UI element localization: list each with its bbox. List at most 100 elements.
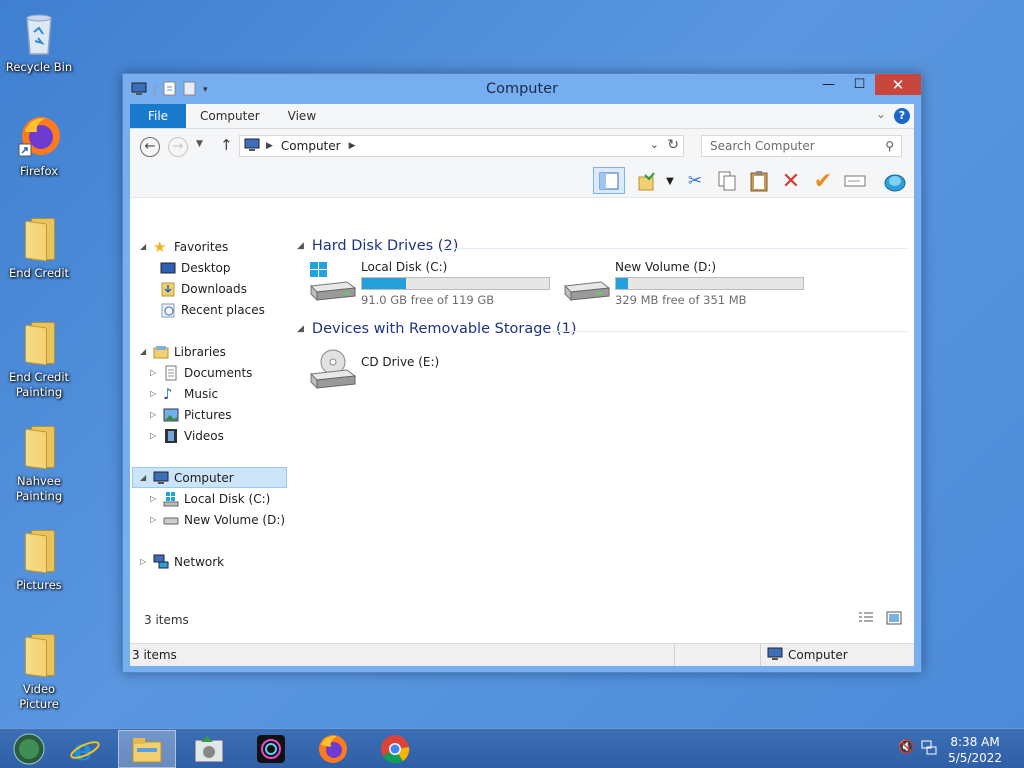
drive-usage-fill <box>616 278 628 289</box>
tree-label: Libraries <box>174 344 226 359</box>
desktop-icon-nahvee-painting[interactable]: Nahvee Painting <box>2 422 76 504</box>
network-tray-icon[interactable] <box>921 740 937 760</box>
desktop-icon-pictures[interactable]: Pictures <box>2 526 76 593</box>
delete-icon[interactable]: ✕ <box>778 169 804 194</box>
cut-icon[interactable]: ✂ <box>682 169 708 193</box>
group-header-hard-disks[interactable]: ◢ Hard Disk Drives (2) <box>297 238 458 254</box>
collapsed-arrow-icon[interactable]: ▷ <box>150 368 160 377</box>
breadcrumb-computer[interactable]: Computer <box>281 139 341 153</box>
close-button[interactable]: ✕ <box>875 74 921 95</box>
address-dropdown-icon[interactable]: ⌄ <box>650 138 659 151</box>
tree-item-new-volume-d[interactable]: ▷ New Volume (D:) <box>150 509 285 530</box>
desktop-icon-firefox[interactable]: Firefox <box>2 112 76 179</box>
collapsed-arrow-icon[interactable]: ▷ <box>150 494 160 503</box>
tab-view[interactable]: View <box>274 104 330 128</box>
drive-usage-bar <box>615 277 804 290</box>
command-toolbar: ▼ ✂ ✕ ✔ <box>130 165 914 198</box>
tree-libraries[interactable]: ◢ Libraries <box>140 341 226 362</box>
tree-item-music[interactable]: ▷ ♪ Music <box>150 383 218 404</box>
collapse-group-icon[interactable]: ◢ <box>297 324 304 334</box>
status-location: Computer <box>788 648 848 662</box>
system-clock[interactable]: 8:38 AM 5/5/2022 <box>948 734 1002 766</box>
recycle-bin-icon <box>15 8 63 58</box>
tree-item-desktop[interactable]: Desktop <box>160 257 231 278</box>
downloads-icon <box>160 281 176 297</box>
help-button[interactable]: ? <box>894 108 910 124</box>
camera-app-icon[interactable] <box>242 730 300 768</box>
details-view-icon[interactable] <box>858 611 874 628</box>
tree-network[interactable]: ▷ Network <box>140 551 224 572</box>
collapsed-arrow-icon[interactable]: ▷ <box>150 410 160 419</box>
chrome-icon[interactable] <box>366 730 424 768</box>
copy-icon[interactable] <box>714 169 740 193</box>
tree-item-documents[interactable]: ▷ Documents <box>150 362 252 383</box>
expanded-arrow-icon[interactable]: ◢ <box>140 347 150 356</box>
drive-usage-fill <box>362 278 406 289</box>
group-title: Devices with Removable Storage (1) <box>311 321 577 337</box>
internet-explorer-icon[interactable]: e <box>56 730 114 768</box>
up-button[interactable]: ↑ <box>220 136 233 154</box>
title-bar[interactable]: | ▾ Computer — ☐ ✕ <box>123 74 921 104</box>
taskbar: e 🔇 8:38 AM 5/5/2022 <box>0 728 1024 768</box>
preview-pane-icon[interactable] <box>593 167 625 194</box>
tree-computer[interactable]: ◢ Computer <box>132 467 287 488</box>
search-icon[interactable]: ⚲ <box>885 136 894 156</box>
minimize-button[interactable]: — <box>813 74 844 95</box>
collapsed-arrow-icon[interactable]: ▷ <box>150 515 160 524</box>
firefox-taskbar-icon[interactable] <box>304 730 362 768</box>
libraries-icon <box>153 344 169 360</box>
control-panel-icon[interactable] <box>180 730 238 768</box>
collapse-group-icon[interactable]: ◢ <box>297 241 304 251</box>
desktop-icon-end-credit[interactable]: End Credit <box>2 214 76 281</box>
rename-icon[interactable] <box>842 169 868 193</box>
details-bar: 3 items <box>130 606 914 634</box>
collapsed-arrow-icon[interactable]: ▷ <box>150 389 160 398</box>
forward-button[interactable]: → <box>168 137 188 157</box>
collapsed-arrow-icon[interactable]: ▷ <box>140 557 150 566</box>
expanded-arrow-icon[interactable]: ◢ <box>140 473 150 482</box>
tree-item-local-disk-c[interactable]: ▷ Local Disk (C:) <box>150 488 270 509</box>
network-globe-icon[interactable] <box>882 169 908 193</box>
group-header-removable[interactable]: ◢ Devices with Removable Storage (1) <box>297 321 577 337</box>
collapsed-arrow-icon[interactable]: ▷ <box>150 431 160 440</box>
tree-favorites[interactable]: ◢ ★ Favorites <box>140 236 228 257</box>
tab-computer[interactable]: Computer <box>186 104 274 128</box>
search-input[interactable]: Search Computer ⚲ <box>701 135 902 157</box>
recent-locations-icon[interactable]: ▼ <box>196 139 203 149</box>
address-bar[interactable]: ▶ Computer ▶ ⌄ ↻ <box>239 135 684 157</box>
videos-icon <box>163 428 179 444</box>
music-icon: ♪ <box>163 384 173 403</box>
desktop-icon-end-credit-painting[interactable]: End Credit Painting <box>2 318 76 400</box>
expanded-arrow-icon[interactable]: ◢ <box>140 242 150 251</box>
tree-item-pictures[interactable]: ▷ Pictures <box>150 404 232 425</box>
breadcrumb-arrow-icon[interactable]: ▶ <box>349 141 356 151</box>
system-drive-icon <box>163 491 179 507</box>
drive-new-volume-d[interactable]: New Volume (D:) 329 MB free of 351 MB <box>561 260 804 307</box>
tree-item-recent-places[interactable]: Recent places <box>160 299 265 320</box>
maximize-button[interactable]: ☐ <box>844 74 875 95</box>
back-button[interactable]: ← <box>140 137 160 157</box>
desktop-icon-label: Nahvee Painting <box>15 474 63 503</box>
drive-local-disk-c[interactable]: Local Disk (C:) 91.0 GB free of 119 GB <box>307 260 550 307</box>
folder-icon <box>15 214 63 264</box>
expand-ribbon-icon[interactable]: ⌄ <box>876 107 886 121</box>
tab-file[interactable]: File <box>130 104 186 128</box>
breadcrumb-arrow-icon[interactable]: ▶ <box>266 141 273 151</box>
desktop-icon-video-picture[interactable]: Video Picture <box>2 630 76 712</box>
clock-date: 5/5/2022 <box>948 751 1002 765</box>
tree-item-videos[interactable]: ▷ Videos <box>150 425 224 446</box>
drive-cd-e[interactable]: CD Drive (E:) <box>307 348 439 392</box>
folder-options-dropdown-icon[interactable]: ▼ <box>657 169 683 193</box>
drive-icon <box>163 512 179 528</box>
drive-name: Local Disk (C:) <box>361 260 448 274</box>
start-button[interactable] <box>0 730 58 768</box>
refresh-icon[interactable]: ↻ <box>667 137 679 153</box>
volume-muted-icon[interactable]: 🔇 <box>898 740 914 755</box>
tree-item-downloads[interactable]: Downloads <box>160 278 247 299</box>
tree-label: Favorites <box>174 239 229 254</box>
file-explorer-icon[interactable] <box>118 730 176 768</box>
properties-check-icon[interactable]: ✔ <box>810 169 836 194</box>
desktop-icon-recycle-bin[interactable]: Recycle Bin <box>2 8 76 75</box>
large-icons-view-icon[interactable] <box>886 611 902 628</box>
paste-icon[interactable] <box>746 169 772 193</box>
